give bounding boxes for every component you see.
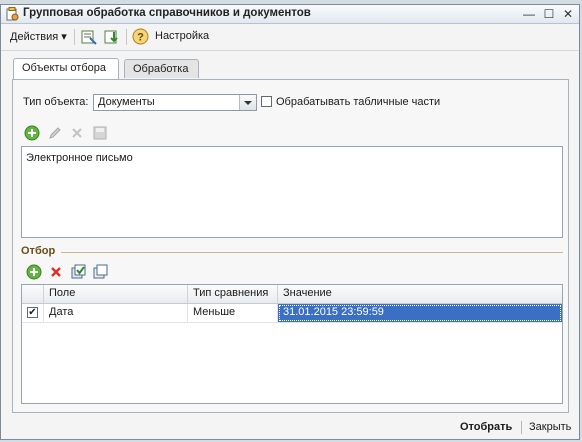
chevron-down-icon[interactable]: [239, 95, 256, 110]
apply-filter-button[interactable]: Отобрать: [460, 421, 512, 433]
process-tables-label: Обрабатывать табличные части: [276, 96, 441, 108]
toolbar: Действия ▾ ? Настройка: [1, 24, 579, 51]
app-window: Групповая обработка справочников и докум…: [0, 4, 580, 440]
row-enabled-checkbox[interactable]: ✔: [27, 307, 38, 318]
settings-label: Настройка: [155, 30, 210, 42]
toolbar-divider: [126, 29, 127, 45]
minimize-button[interactable]: —: [521, 6, 537, 22]
field-cell[interactable]: Дата: [44, 304, 188, 322]
list-item[interactable]: Электронное письмо: [26, 152, 133, 164]
copy-icon[interactable]: [93, 264, 109, 280]
window-title: Групповая обработка справочников и докум…: [23, 7, 311, 19]
edit-icon: [49, 127, 61, 139]
help-icon: ?: [132, 28, 149, 45]
close-window-button[interactable]: ✕: [560, 6, 576, 22]
tab-panel-selection-objects: Тип объекта: Документы Обрабатывать табл…: [12, 79, 569, 413]
footer-bar: Отобрать Закрыть: [1, 415, 579, 439]
column-header-comparison[interactable]: Тип сравнения: [188, 285, 278, 303]
maximize-button[interactable]: ☐: [541, 6, 557, 22]
table-row[interactable]: ✔ Дата Меньше 31.01.2015 23:59:59: [22, 304, 562, 323]
object-type-select[interactable]: Документы: [93, 94, 257, 111]
header-checkbox-column: [22, 285, 44, 303]
table-header: Поле Тип сравнения Значение: [22, 285, 562, 304]
toolbar-divider: [74, 29, 75, 45]
add-icon[interactable]: [26, 264, 42, 280]
chevron-down-icon: ▾: [61, 31, 67, 43]
app-icon: [6, 7, 19, 21]
save-icon: [93, 126, 107, 140]
value-cell[interactable]: 31.01.2015 23:59:59: [278, 304, 562, 322]
objects-list[interactable]: Электронное письмо: [21, 146, 563, 238]
find-in-list-icon[interactable]: [80, 28, 98, 46]
row-enabled-cell: ✔: [22, 304, 44, 322]
filter-table: Поле Тип сравнения Значение ✔ Дата Меньш…: [21, 284, 563, 404]
filter-section-title: Отбор: [21, 245, 56, 257]
svg-text:?: ?: [137, 32, 144, 44]
column-header-field[interactable]: Поле: [44, 285, 188, 303]
title-bar: Групповая обработка справочников и докум…: [1, 5, 579, 24]
check-all-icon[interactable]: [71, 264, 87, 280]
delete-icon: [72, 128, 82, 138]
object-type-label: Тип объекта:: [23, 96, 89, 108]
close-button[interactable]: Закрыть: [529, 421, 571, 433]
section-divider: [61, 252, 563, 253]
object-type-value: Документы: [98, 96, 155, 108]
actions-label: Действия: [10, 31, 59, 43]
footer-divider: [521, 421, 522, 434]
comparison-cell[interactable]: Меньше: [188, 304, 278, 322]
process-tables-checkbox[interactable]: [261, 96, 272, 107]
download-list-icon[interactable]: [103, 28, 121, 46]
column-header-value[interactable]: Значение: [278, 285, 562, 303]
actions-menu-button[interactable]: Действия ▾: [10, 30, 67, 43]
delete-icon[interactable]: [48, 264, 64, 280]
tab-processing[interactable]: Обработка: [124, 59, 199, 78]
add-icon[interactable]: [24, 125, 40, 141]
tab-selection-objects[interactable]: Объекты отбора: [13, 58, 119, 79]
